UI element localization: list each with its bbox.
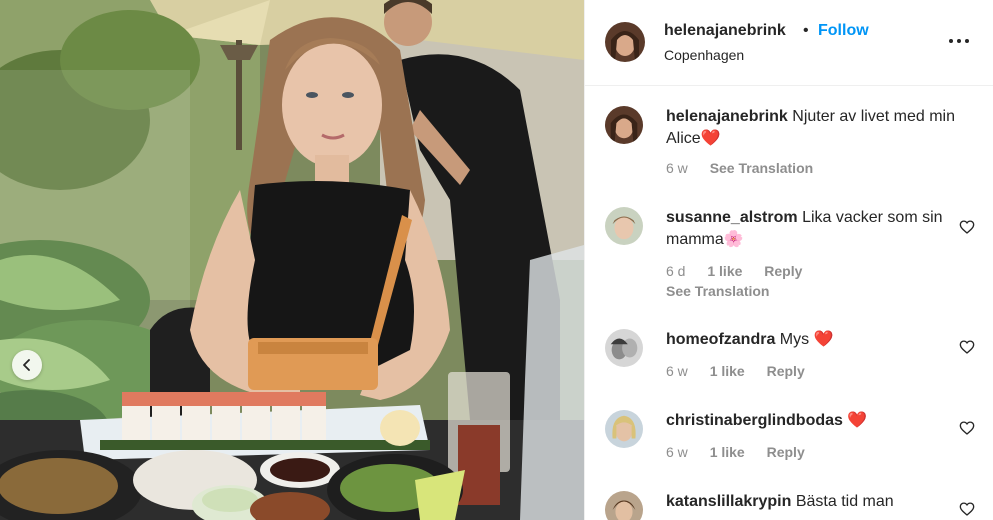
chevron-left-icon: [23, 359, 30, 371]
comment-meta: 6 w See Translation: [666, 160, 831, 176]
comment-text: katanslillakrypin Bästa tid man: [666, 491, 966, 513]
avatar[interactable]: [605, 329, 643, 367]
avatar[interactable]: [605, 410, 643, 448]
heart-outline-icon: [959, 421, 975, 435]
profile-photo: [605, 410, 643, 448]
profile-photo: [605, 207, 643, 245]
see-translation-link[interactable]: See Translation: [666, 283, 769, 299]
comment-likes[interactable]: 1 like: [710, 363, 745, 379]
see-translation-link[interactable]: See Translation: [710, 160, 813, 176]
caption-text: helenajanebrink Njuter av livet med min …: [666, 106, 966, 150]
profile-photo: [605, 491, 643, 520]
flower-emoji: 🌸: [723, 231, 744, 248]
heart-emoji: ❤️: [847, 412, 868, 429]
comment-username[interactable]: susanne_alstrom: [666, 209, 798, 226]
comment-meta: 6 w 1 like Reply: [666, 363, 823, 379]
like-comment-button[interactable]: [959, 420, 975, 436]
carousel-previous-button[interactable]: [12, 350, 42, 380]
comment-body: Bästa tid man: [795, 493, 894, 510]
comment-body: Mys: [779, 331, 810, 348]
more-options-icon[interactable]: [949, 33, 969, 49]
separator-dot: •: [803, 22, 809, 39]
heart-emoji: ❤️: [700, 130, 721, 147]
reply-button[interactable]: Reply: [764, 263, 802, 279]
comment-username[interactable]: christinaberglindbodas: [666, 412, 843, 429]
profile-photo: [605, 22, 645, 62]
post-photo[interactable]: [0, 0, 584, 520]
profile-photo: [605, 106, 643, 144]
comment-text: homeofzandra Mys ❤️: [666, 329, 966, 351]
like-comment-button[interactable]: [959, 339, 975, 355]
like-comment-button[interactable]: [959, 501, 975, 517]
post-header: helenajanebrink • Follow Copenhagen: [585, 0, 993, 86]
heart-outline-icon: [959, 340, 975, 354]
profile-photo: [605, 329, 643, 367]
comment-age: 6 d: [666, 263, 686, 279]
comment-username[interactable]: helenajanebrink: [666, 108, 788, 125]
comment-age: 6 w: [666, 444, 688, 460]
reply-button[interactable]: Reply: [767, 363, 805, 379]
heart-emoji: ❤️: [813, 331, 834, 348]
comment-meta: 6 w 1 like Reply: [666, 444, 823, 460]
comment-age: 6 w: [666, 363, 688, 379]
heart-outline-icon: [959, 502, 975, 516]
comment-text: christinaberglindbodas ❤️: [666, 410, 966, 432]
like-comment-button[interactable]: [959, 219, 975, 235]
comment-likes[interactable]: 1 like: [707, 263, 742, 279]
avatar[interactable]: [605, 22, 645, 62]
comment-meta: 6 d 1 like Reply: [666, 263, 820, 279]
comment-username[interactable]: homeofzandra: [666, 331, 775, 348]
avatar[interactable]: [605, 207, 643, 245]
comment-likes[interactable]: 1 like: [710, 444, 745, 460]
comment-text: susanne_alstrom Lika vacker som sin mamm…: [666, 207, 966, 251]
avatar[interactable]: [605, 106, 643, 144]
heart-outline-icon: [959, 220, 975, 234]
comment-username[interactable]: katanslillakrypin: [666, 493, 791, 510]
post-author-username[interactable]: helenajanebrink: [664, 22, 786, 40]
photo-image: [0, 0, 584, 520]
post-location[interactable]: Copenhagen: [664, 47, 744, 63]
post-side-panel: helenajanebrink • Follow Copenhagen hele…: [584, 0, 993, 520]
comment-age: 6 w: [666, 160, 688, 176]
reply-button[interactable]: Reply: [767, 444, 805, 460]
avatar[interactable]: [605, 491, 643, 520]
follow-button[interactable]: Follow: [818, 22, 869, 40]
